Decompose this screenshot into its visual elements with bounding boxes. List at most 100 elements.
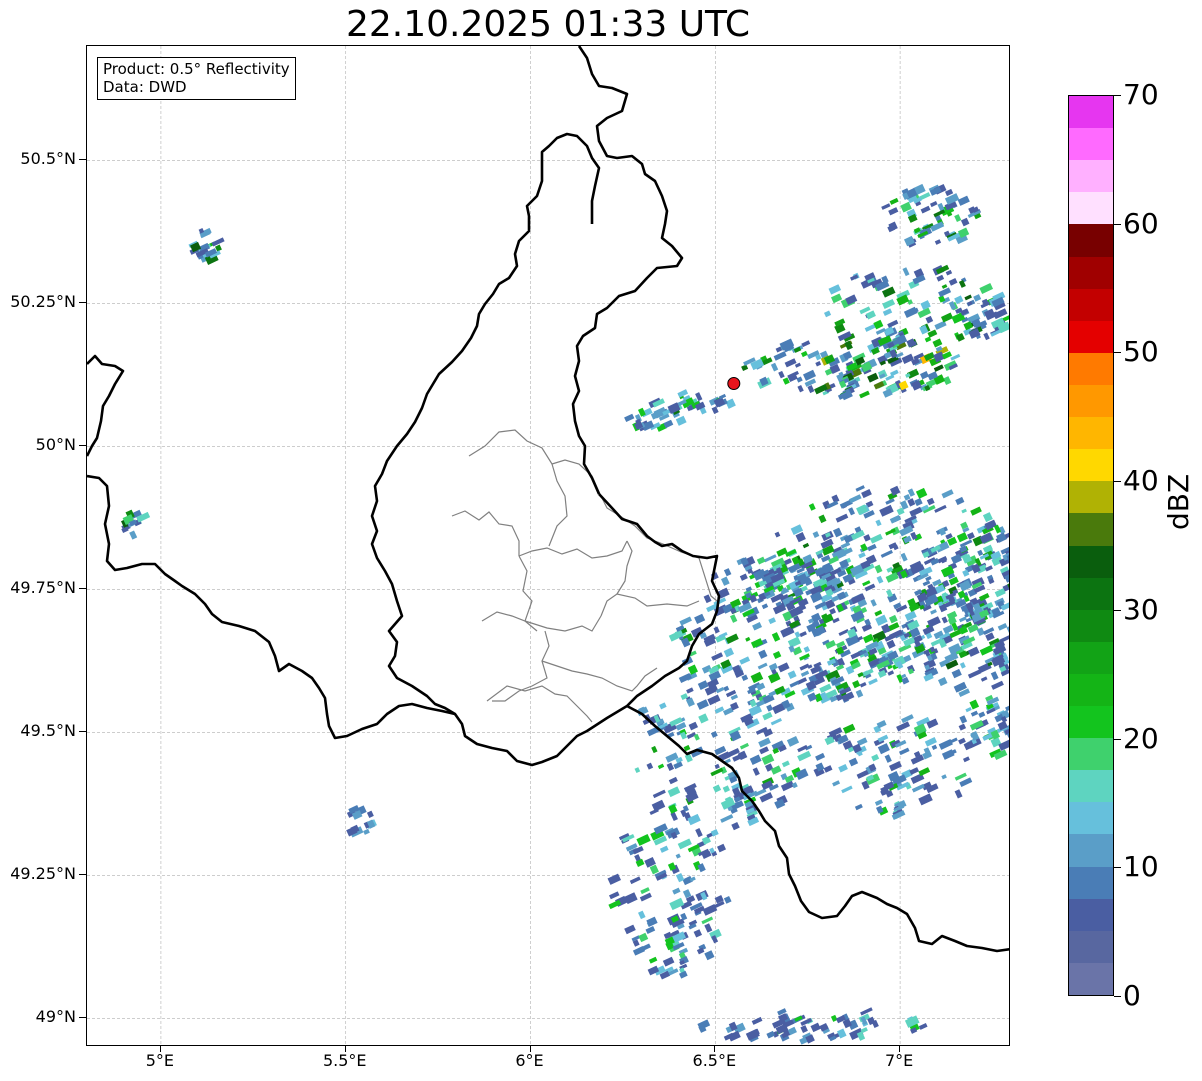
- radar-echo-cell: [819, 683, 832, 694]
- radar-echo-cell: [649, 864, 659, 875]
- radar-echo-cell: [808, 503, 816, 511]
- radar-echo-cell: [1006, 622, 1009, 634]
- radar-echo-cell: [363, 828, 370, 835]
- radar-echo-cell: [938, 287, 952, 298]
- radar-echo-cell: [941, 489, 954, 499]
- radar-echo-cell: [725, 398, 736, 409]
- radar-echo-cell: [770, 717, 782, 726]
- colorbar-tick-mark: [1114, 609, 1121, 611]
- radar-echo-cell: [761, 753, 775, 765]
- radar-echo-cell: [982, 512, 993, 523]
- radar-echo-cell: [941, 284, 948, 289]
- radar-echo-cell: [366, 810, 374, 818]
- radar-echo-cell: [984, 565, 993, 572]
- colorbar-segment: [1069, 416, 1113, 450]
- radar-echo-cell: [933, 364, 944, 372]
- radar-echo-cell: [873, 319, 884, 330]
- radar-echo-cell: [758, 649, 768, 659]
- radar-echo-cell: [722, 785, 731, 793]
- radar-echo-cell: [859, 682, 867, 688]
- radar-echo-cell: [979, 645, 994, 656]
- radar-echo-cell: [867, 543, 877, 552]
- radar-echo-cell: [862, 580, 871, 587]
- radar-echo-cell: [954, 789, 963, 799]
- radar-echo-cell: [864, 323, 876, 332]
- radar-echo-cell: [662, 956, 675, 967]
- radar-echo-cell: [723, 647, 735, 658]
- colorbar-segment: [1069, 865, 1113, 899]
- radar-echo-cell: [800, 1025, 808, 1034]
- radar-echo-cell: [852, 680, 861, 689]
- radar-echo-cell: [211, 237, 225, 247]
- radar-echo-cell: [832, 617, 840, 624]
- radar-echo-cell: [725, 633, 739, 644]
- lat-tick-mark: [79, 1017, 86, 1019]
- radar-echo-cell: [918, 767, 931, 777]
- luxembourg-cantons: [451, 429, 718, 723]
- colorbar-tick-label: 60: [1123, 206, 1159, 240]
- radar-echo-cell: [796, 376, 803, 383]
- lon-tick-label: 6.5°E: [692, 1051, 737, 1070]
- lon-tick-label: 5°E: [145, 1051, 175, 1070]
- radar-echo-cell: [807, 385, 815, 394]
- radar-echo-cell: [739, 656, 751, 665]
- lon-tick-mark: [899, 1046, 901, 1052]
- radar-echo-cell: [749, 754, 762, 765]
- radar-echo-cell: [778, 370, 785, 379]
- radar-echo-cell: [875, 327, 886, 335]
- radar-echo-cell: [855, 689, 864, 698]
- radar-echo-cell: [867, 372, 879, 383]
- radar-echo-cell: [887, 319, 899, 328]
- radar-echo-cell: [889, 514, 901, 524]
- radar-echo-cell: [638, 910, 646, 920]
- radar-echo-cell: [698, 713, 709, 724]
- radar-echo-cell: [965, 707, 972, 713]
- lat-tick-mark: [79, 445, 86, 447]
- lat-tick-label: 49.5°N: [20, 721, 76, 741]
- radar-echo-cell: [915, 487, 928, 499]
- radar-echo-cell: [859, 390, 870, 399]
- lat-tick-label: 50°N: [35, 435, 76, 455]
- radar-echo-cell: [848, 757, 859, 767]
- radar-echo-cell: [925, 315, 934, 324]
- colorbar-segment: [1069, 288, 1113, 321]
- radar-echo-cell: [741, 674, 749, 682]
- radar-echo-cell: [752, 767, 760, 776]
- lat-tick-mark: [79, 159, 86, 161]
- radar-echo-cell: [877, 743, 890, 755]
- radar-echo-cell: [686, 687, 694, 694]
- radar-echo-cell: [997, 622, 1008, 631]
- radar-echo-cell: [868, 678, 878, 686]
- radar-echo-cell: [954, 214, 962, 222]
- radar-echo-cell: [668, 776, 678, 785]
- radar-echo-cell: [659, 845, 669, 853]
- radar-echo-cell: [704, 950, 715, 961]
- country-borders: [87, 46, 1009, 953]
- radar-echo-cell: [651, 745, 658, 754]
- radar-echo-cell: [707, 694, 721, 706]
- lat-tick-label: 50.5°N: [20, 149, 76, 169]
- colorbar-tick-label: 10: [1123, 850, 1159, 884]
- colorbar-tick-mark: [1114, 481, 1121, 483]
- radar-echo-cell: [967, 646, 980, 657]
- radar-echo-cell: [679, 970, 688, 979]
- radar-echo-cell: [757, 662, 768, 670]
- colorbar-segment: [1069, 609, 1113, 642]
- radar-echo-cell: [926, 497, 935, 506]
- radar-echo-cell: [858, 552, 866, 559]
- radar-echo-cell: [679, 616, 692, 626]
- radar-echo-cell: [675, 415, 687, 426]
- radar-echo-cell: [657, 763, 665, 770]
- radar-echo-cell: [861, 489, 872, 499]
- radar-echo-cell: [954, 772, 967, 781]
- colorbar-segment: [1069, 320, 1113, 353]
- radar-map[interactable]: [86, 45, 1010, 1046]
- lon-tick-mark: [529, 1046, 531, 1052]
- radar-echo-cell: [801, 350, 808, 358]
- radar-echo-cell: [770, 765, 782, 775]
- radar-echo-cell: [645, 926, 656, 935]
- radar-echo-cell: [608, 899, 622, 910]
- radar-echo-cell: [973, 294, 982, 302]
- colorbar-segment: [1069, 255, 1113, 289]
- radar-echo-cell: [715, 686, 725, 694]
